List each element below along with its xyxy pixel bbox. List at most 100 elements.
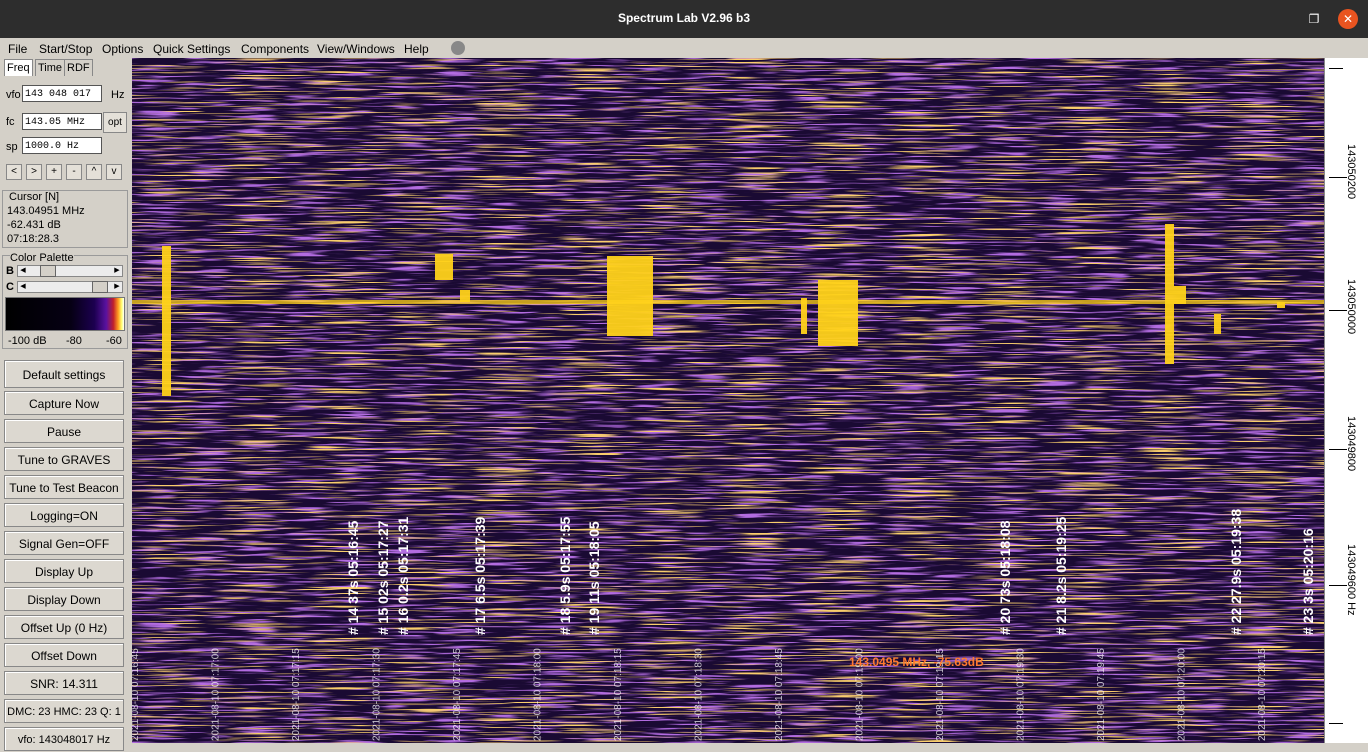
- meteor-event-label: # 14 37s 05:16:45: [345, 520, 361, 635]
- vfo-readout-button[interactable]: vfo: 143048017 Hz: [4, 727, 124, 751]
- scale-tick: [1329, 723, 1343, 724]
- meteor-echo: [818, 280, 858, 346]
- scroll-right-button[interactable]: >: [26, 164, 42, 180]
- timestamp-label: 2021-08-10 07:19:30: [1016, 648, 1027, 741]
- waterfall-display[interactable]: # 14 37s 05:16:45 # 15 02s 05:17:27 # 16 0…: [132, 58, 1324, 743]
- timestamp-label: 2021-08-10 07:17:00: [211, 648, 222, 741]
- restore-icon[interactable]: ❐: [1304, 9, 1324, 29]
- frequency-scale: 143050200 143050000 143049800 143049600 …: [1324, 58, 1368, 743]
- scale-label: 143050000: [1345, 279, 1357, 335]
- slider-thumb[interactable]: [92, 281, 108, 293]
- palette-title: Color Palette: [10, 252, 74, 264]
- color-palette-bar[interactable]: [5, 297, 125, 331]
- meteor-echo: [1165, 224, 1174, 364]
- timestamp-label: 2021-08-10 07:17:45: [452, 648, 463, 741]
- waterfall-canvas[interactable]: # 14 37s 05:16:45 # 15 02s 05:17:27 # 16 0…: [132, 58, 1324, 743]
- cursor-level: -62.431 dB: [7, 219, 61, 231]
- timestamp-label: 2021-08-10 07:17:30: [372, 648, 383, 741]
- menu-start-stop[interactable]: Start/Stop: [39, 42, 92, 56]
- offset-up-button[interactable]: Offset Up (0 Hz): [4, 615, 124, 639]
- cursor-time: 07:18:28.3: [7, 233, 59, 245]
- display-down-button[interactable]: Display Down: [4, 587, 124, 611]
- meteor-event-label: # 15 02s 05:17:27: [375, 520, 391, 635]
- down-button[interactable]: v: [106, 164, 122, 180]
- logging-button[interactable]: Logging=ON: [4, 503, 124, 527]
- up-button[interactable]: ^: [86, 164, 102, 180]
- palette-max: -60: [106, 335, 122, 347]
- snr-button[interactable]: SNR: 14.311: [4, 671, 124, 695]
- menu-quick-settings[interactable]: Quick Settings: [153, 42, 230, 56]
- tab-rdf[interactable]: RDF: [64, 59, 93, 76]
- vfo-field[interactable]: 143 048 017: [22, 85, 102, 102]
- tune-graves-button[interactable]: Tune to GRAVES: [4, 447, 124, 471]
- zoom-in-button[interactable]: +: [46, 164, 62, 180]
- arrow-left-icon[interactable]: ◀: [18, 282, 28, 292]
- brightness-label: B: [6, 265, 14, 277]
- meteor-echo: [162, 246, 171, 396]
- arrow-right-icon[interactable]: ▶: [112, 266, 122, 276]
- menu-bar: File Start/Stop Options Quick Settings C…: [0, 38, 1368, 58]
- timestamp-label: 2021-08-10 07:18:30: [694, 648, 705, 741]
- vfo-unit: Hz: [111, 89, 125, 101]
- meteor-echo: [1277, 302, 1285, 308]
- sp-label: sp: [6, 141, 18, 153]
- tab-time[interactable]: Time: [35, 59, 66, 76]
- cursor-readout: 143.0495 MHz, -75.63dB: [849, 655, 984, 669]
- tab-freq[interactable]: Freq: [4, 59, 33, 76]
- timestamp-label: 2021-08-10 07:18:15: [613, 648, 624, 741]
- sp-field[interactable]: 1000.0 Hz: [22, 137, 102, 154]
- contrast-label: C: [6, 281, 14, 293]
- timestamp-label: 2021-08-10 07:18:00: [533, 648, 544, 741]
- pause-button[interactable]: Pause: [4, 419, 124, 443]
- status-led-icon: [451, 41, 465, 55]
- meteor-echo: [132, 300, 1324, 304]
- timestamp-label: 2021-08-10 07:16:45: [132, 648, 141, 741]
- menu-help[interactable]: Help: [404, 42, 429, 56]
- fc-field[interactable]: 143.05 MHz: [22, 113, 102, 130]
- menu-options[interactable]: Options: [102, 42, 143, 56]
- tune-test-beacon-button[interactable]: Tune to Test Beacon: [4, 475, 124, 499]
- meteor-event-label: # 22 27.9s 05:19:38: [1228, 509, 1244, 635]
- meteor-echo: [607, 256, 653, 336]
- meteor-echo: [460, 290, 470, 302]
- dmc-button[interactable]: DMC: 23 HMC: 23 Q: 1: [4, 699, 124, 723]
- meteor-event-label: # 23 3s 05:20:16: [1300, 528, 1316, 635]
- menu-file[interactable]: File: [8, 42, 27, 56]
- scale-tick: [1329, 68, 1343, 69]
- scale-label: 143050200: [1345, 144, 1357, 200]
- close-icon[interactable]: ✕: [1338, 9, 1358, 29]
- brightness-slider[interactable]: ◀ ▶: [17, 265, 123, 277]
- meteor-echo: [435, 254, 453, 280]
- title-bar: Spectrum Lab V2.96 b3 ❐ ✕: [0, 0, 1368, 38]
- meteor-echo: [1174, 286, 1186, 304]
- timestamp-label: 2021-08-10 07:17:15: [291, 648, 302, 741]
- window-title: Spectrum Lab V2.96 b3: [617, 11, 751, 25]
- slider-thumb[interactable]: [40, 265, 56, 277]
- meteor-event-label: # 20 73s 05:18:08: [997, 520, 1013, 635]
- meteor-event-label: # 17 6.5s 05:17:39: [472, 516, 488, 635]
- zoom-out-button[interactable]: -: [66, 164, 82, 180]
- meteor-event-label: # 16 0.2s 05:17:31: [395, 516, 411, 635]
- timestamp-label: 2021-08-10 07:20:00: [1177, 648, 1188, 741]
- display-up-button[interactable]: Display Up: [4, 559, 124, 583]
- opt-button[interactable]: opt: [103, 112, 127, 133]
- scale-label: 143049600 Hz: [1345, 544, 1357, 616]
- contrast-slider[interactable]: ◀ ▶: [17, 281, 123, 293]
- menu-components[interactable]: Components: [241, 42, 309, 56]
- meteor-event-label: # 21 8.2s 05:19:25: [1053, 516, 1069, 635]
- menu-view-windows[interactable]: View/Windows: [317, 42, 395, 56]
- capture-now-button[interactable]: Capture Now: [4, 391, 124, 415]
- vfo-label: vfo: [6, 89, 21, 101]
- arrow-left-icon[interactable]: ◀: [18, 266, 28, 276]
- meteor-event-label: # 19 11s 05:18:05: [586, 521, 602, 635]
- arrow-right-icon[interactable]: ▶: [112, 282, 122, 292]
- offset-down-button[interactable]: Offset Down: [4, 643, 124, 667]
- scroll-left-button[interactable]: <: [6, 164, 22, 180]
- default-settings-button[interactable]: Default settings: [4, 360, 124, 388]
- palette-mid: -80: [66, 335, 82, 347]
- signal-gen-button[interactable]: Signal Gen=OFF: [4, 531, 124, 555]
- control-panel: Freq Time RDF vfo 143 048 017 Hz fc 143.…: [0, 58, 130, 751]
- scale-label: 143049800: [1345, 416, 1357, 472]
- meteor-echo: [801, 298, 807, 334]
- palette-min: -100 dB: [8, 335, 47, 347]
